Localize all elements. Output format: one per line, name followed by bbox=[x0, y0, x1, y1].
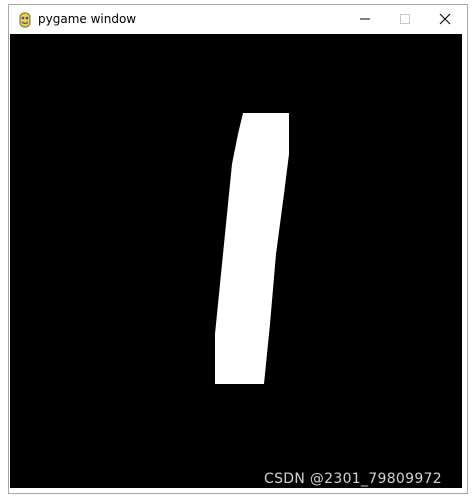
close-icon bbox=[439, 10, 451, 29]
pygame-snake-icon bbox=[17, 12, 33, 28]
game-surface bbox=[215, 113, 289, 384]
pygame-window: pygame window bbox=[8, 4, 468, 494]
game-canvas[interactable] bbox=[10, 34, 462, 488]
watermark-text: CSDN @2301_79809972 bbox=[264, 471, 442, 487]
white-slanted-bar bbox=[215, 113, 289, 384]
minimize-icon bbox=[359, 10, 371, 29]
close-button[interactable] bbox=[425, 5, 465, 34]
maximize-button[interactable] bbox=[385, 5, 425, 34]
title-bar[interactable]: pygame window bbox=[9, 5, 467, 34]
maximize-icon bbox=[399, 10, 411, 29]
window-title: pygame window bbox=[38, 12, 137, 26]
minimize-button[interactable] bbox=[345, 5, 385, 34]
